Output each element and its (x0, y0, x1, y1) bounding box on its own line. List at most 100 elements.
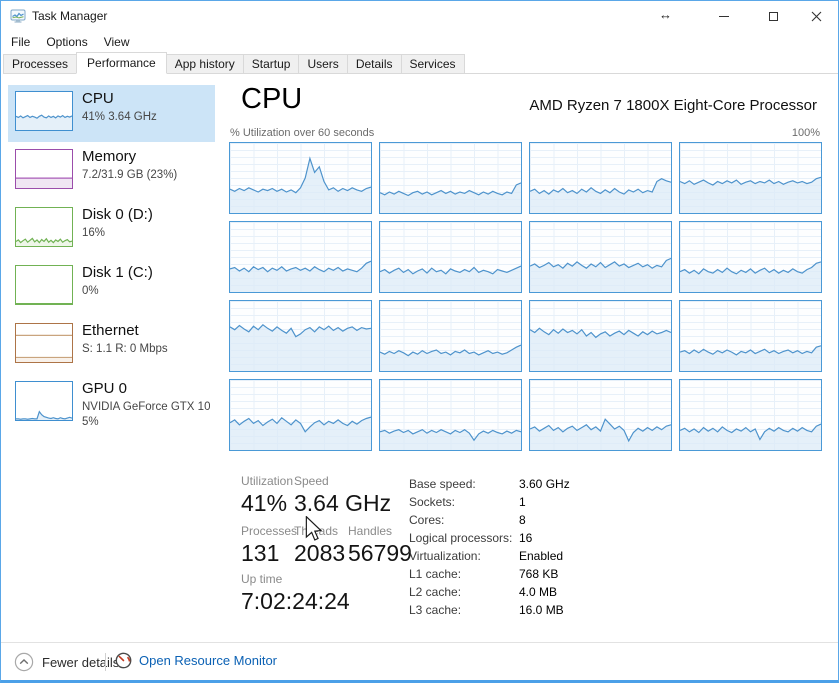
detail-value: 3.60 GHz (519, 477, 570, 491)
detail-value: 4.0 MB (519, 585, 557, 599)
detail-value: 8 (519, 513, 526, 527)
menu-bar: File Options View (3, 32, 138, 52)
detail-label: Virtualization: (409, 549, 519, 563)
processes-value: 131 (241, 540, 279, 567)
sidebar-item-gpu0[interactable]: GPU 0 NVIDIA GeForce GTX 10 5% (8, 375, 215, 439)
processes-label: Processes (241, 524, 297, 538)
detail-row-1: Sockets:1 (409, 493, 570, 511)
menu-file[interactable]: File (3, 32, 38, 52)
sidebar-disk1-subtitle: 0% (82, 285, 99, 297)
tab-bar: Processes Performance App history Startu… (3, 53, 838, 74)
detail-value: 16.0 MB (519, 603, 564, 617)
detail-label: L1 cache: (409, 567, 519, 581)
cpu-core-graph-3 (679, 142, 822, 214)
cpu-core-grid (229, 142, 822, 451)
gpu0-thumbnail-graph (15, 381, 73, 421)
detail-label: Sockets: (409, 495, 519, 509)
sidebar-memory-title: Memory (82, 148, 136, 165)
sidebar-item-memory[interactable]: Memory 7.2/31.9 GB (23%) (8, 143, 215, 200)
sidebar-disk0-subtitle: 16% (82, 227, 105, 239)
detail-value: Enabled (519, 549, 563, 563)
uptime-label: Up time (241, 572, 282, 586)
task-manager-window: Task Manager ↔ File Options View Process… (0, 0, 839, 683)
sidebar-gpu0-title: GPU 0 (82, 380, 127, 397)
close-button[interactable] (794, 1, 839, 31)
detail-row-5: L1 cache:768 KB (409, 565, 570, 583)
detail-label: Cores: (409, 513, 519, 527)
menu-view[interactable]: View (96, 32, 138, 52)
minimize-button[interactable] (701, 1, 746, 31)
handles-value: 56799 (348, 540, 412, 567)
graph-max-label: 100% (792, 127, 820, 139)
cpu-core-graph-12 (229, 379, 372, 451)
maximize-button[interactable] (751, 1, 796, 31)
disk1-thumbnail-graph (15, 265, 73, 305)
cpu-core-graph-2 (529, 142, 672, 214)
detail-row-4: Virtualization:Enabled (409, 547, 570, 565)
cpu-core-graph-13 (379, 379, 522, 451)
detail-label: Base speed: (409, 477, 519, 491)
speed-value: 3.64 GHz (294, 490, 391, 517)
maximize-icon (769, 12, 778, 21)
utilization-label: Utilization (241, 474, 293, 488)
graph-axis-label: % Utilization over 60 seconds (230, 127, 374, 139)
sidebar-item-disk1[interactable]: Disk 1 (C:) 0% (8, 259, 215, 316)
close-icon (811, 11, 822, 22)
sidebar-ethernet-title: Ethernet (82, 322, 139, 339)
task-manager-app-icon (10, 8, 26, 24)
tab-app-history[interactable]: App history (166, 54, 244, 73)
cpu-core-graph-7 (679, 221, 822, 293)
menu-options[interactable]: Options (38, 32, 95, 52)
sidebar-item-cpu[interactable]: CPU 41% 3.64 GHz (8, 85, 215, 142)
cpu-core-graph-4 (229, 221, 372, 293)
chevron-up-circle-icon (14, 652, 34, 672)
footer-divider (105, 653, 106, 671)
open-resource-monitor-label: Open Resource Monitor (139, 653, 277, 668)
sidebar-item-disk0[interactable]: Disk 0 (D:) 16% (8, 201, 215, 258)
resource-monitor-icon (115, 652, 132, 669)
tab-performance[interactable]: Performance (76, 52, 167, 74)
sidebar-cpu-title: CPU (82, 90, 114, 107)
fewer-details-button[interactable]: Fewer details (14, 652, 119, 672)
detail-value: 16 (519, 531, 532, 545)
cpu-core-graph-1 (379, 142, 522, 214)
sidebar-memory-subtitle: 7.2/31.9 GB (23%) (82, 169, 177, 181)
page-title-cpu: CPU (241, 83, 302, 116)
sidebar-item-ethernet[interactable]: Ethernet S: 1.1 R: 0 Mbps (8, 317, 215, 374)
window-title: Task Manager (32, 9, 107, 23)
cpu-details-list: Base speed:3.60 GHzSockets:1Cores:8Logic… (409, 475, 570, 619)
processor-name: AMD Ryzen 7 1800X Eight-Core Processor (529, 97, 817, 114)
disk0-thumbnail-graph (15, 207, 73, 247)
horizontal-resize-cursor-icon: ↔ (659, 7, 672, 22)
detail-row-2: Cores:8 (409, 511, 570, 529)
cpu-core-graph-15 (679, 379, 822, 451)
memory-thumbnail-graph (15, 149, 73, 189)
tab-details[interactable]: Details (347, 54, 402, 73)
utilization-value: 41% (241, 490, 287, 517)
open-resource-monitor-link[interactable]: Open Resource Monitor (115, 652, 277, 669)
footer-bar: Fewer details Open Resource Monitor (1, 642, 838, 680)
detail-label: Logical processors: (409, 531, 519, 545)
tab-startup[interactable]: Startup (243, 54, 300, 73)
tab-users[interactable]: Users (298, 54, 347, 73)
tab-processes[interactable]: Processes (3, 54, 77, 73)
cpu-core-graph-14 (529, 379, 672, 451)
cpu-core-graph-6 (529, 221, 672, 293)
cpu-core-graph-9 (379, 300, 522, 372)
tab-services[interactable]: Services (401, 54, 465, 73)
sidebar-gpu0-subtitle: NVIDIA GeForce GTX 10 (82, 401, 210, 413)
cpu-core-graph-8 (229, 300, 372, 372)
cpu-core-graph-10 (529, 300, 672, 372)
sidebar-cpu-subtitle: 41% 3.64 GHz (82, 111, 157, 123)
titlebar[interactable]: Task Manager ↔ (1, 1, 838, 31)
sidebar-disk0-title: Disk 0 (D:) (82, 206, 153, 223)
detail-label: L3 cache: (409, 603, 519, 617)
cpu-thumbnail-graph (15, 91, 73, 131)
sidebar-ethernet-subtitle: S: 1.1 R: 0 Mbps (82, 343, 168, 355)
detail-label: L2 cache: (409, 585, 519, 599)
cpu-core-graph-11 (679, 300, 822, 372)
handles-label: Handles (348, 524, 392, 538)
cpu-core-graph-5 (379, 221, 522, 293)
sidebar-gpu0-percent: 5% (82, 416, 99, 428)
detail-value: 768 KB (519, 567, 558, 581)
